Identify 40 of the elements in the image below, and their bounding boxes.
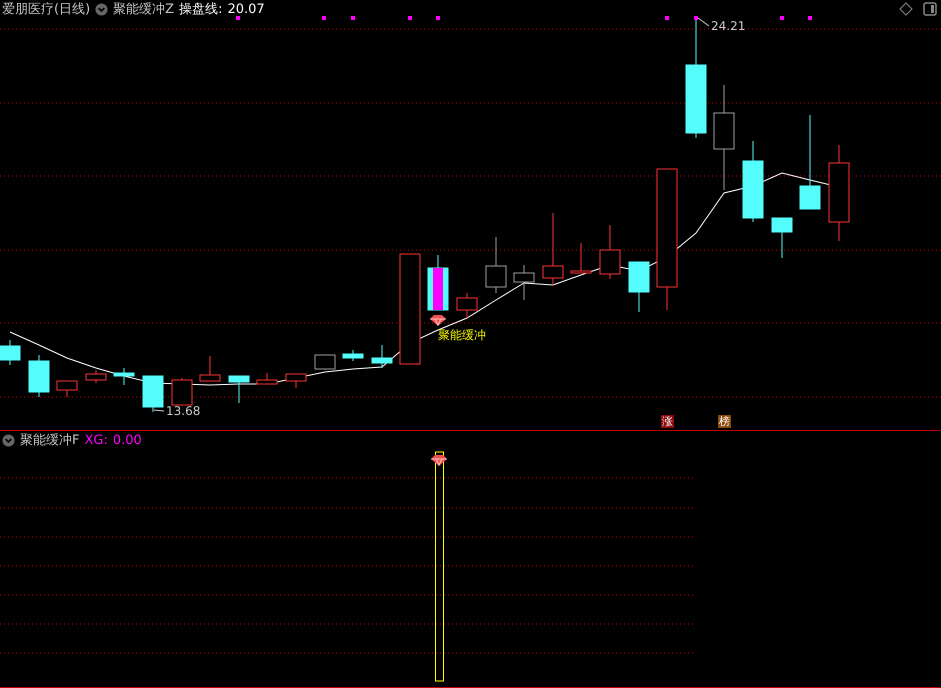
badge: 榜 — [718, 415, 731, 428]
candlestick — [286, 374, 306, 388]
candlestick — [172, 378, 192, 406]
candlestick — [570, 242, 592, 274]
price-label: 13.68 — [166, 404, 200, 418]
candlestick — [628, 262, 650, 312]
candlestick — [28, 354, 50, 398]
candlestick — [372, 344, 392, 368]
indicator-name: 聚能缓冲F — [20, 432, 80, 449]
candlestick — [142, 376, 164, 412]
candlestick — [86, 370, 106, 384]
line-label: 操盘线: — [179, 1, 222, 18]
price-label: 24.21 — [711, 19, 746, 33]
candlestick — [56, 380, 78, 398]
signal-label: 聚能缓冲 — [438, 328, 486, 342]
dropdown-icon[interactable] — [95, 2, 108, 16]
candlestick — [428, 254, 448, 310]
diamond-outline-icon[interactable] — [899, 2, 913, 16]
diamond-icon — [430, 315, 446, 326]
candlestick — [256, 372, 278, 384]
badge: 涨 — [661, 415, 674, 428]
candlestick — [456, 292, 478, 318]
candlestick — [228, 376, 250, 404]
candlestick — [486, 236, 506, 294]
candlestick — [200, 356, 220, 382]
panel-toggle-icon[interactable] — [923, 2, 937, 16]
line-value: 20.07 — [227, 2, 265, 16]
candlestick — [772, 218, 792, 258]
stock-title: 爱朋医疗(日线) — [2, 1, 90, 18]
xg-label: XG: — [84, 432, 108, 448]
candlestick — [314, 354, 336, 370]
xg-value: 0.00 — [112, 432, 142, 448]
candlestick — [114, 368, 134, 386]
candlestick — [600, 224, 620, 280]
indicator-name: 聚能缓冲Z — [113, 1, 174, 18]
candlestick — [342, 350, 364, 362]
dropdown-icon[interactable] — [2, 434, 15, 446]
candlestick — [514, 264, 534, 300]
candlestick — [0, 340, 20, 366]
diamond-icon — [430, 455, 448, 466]
